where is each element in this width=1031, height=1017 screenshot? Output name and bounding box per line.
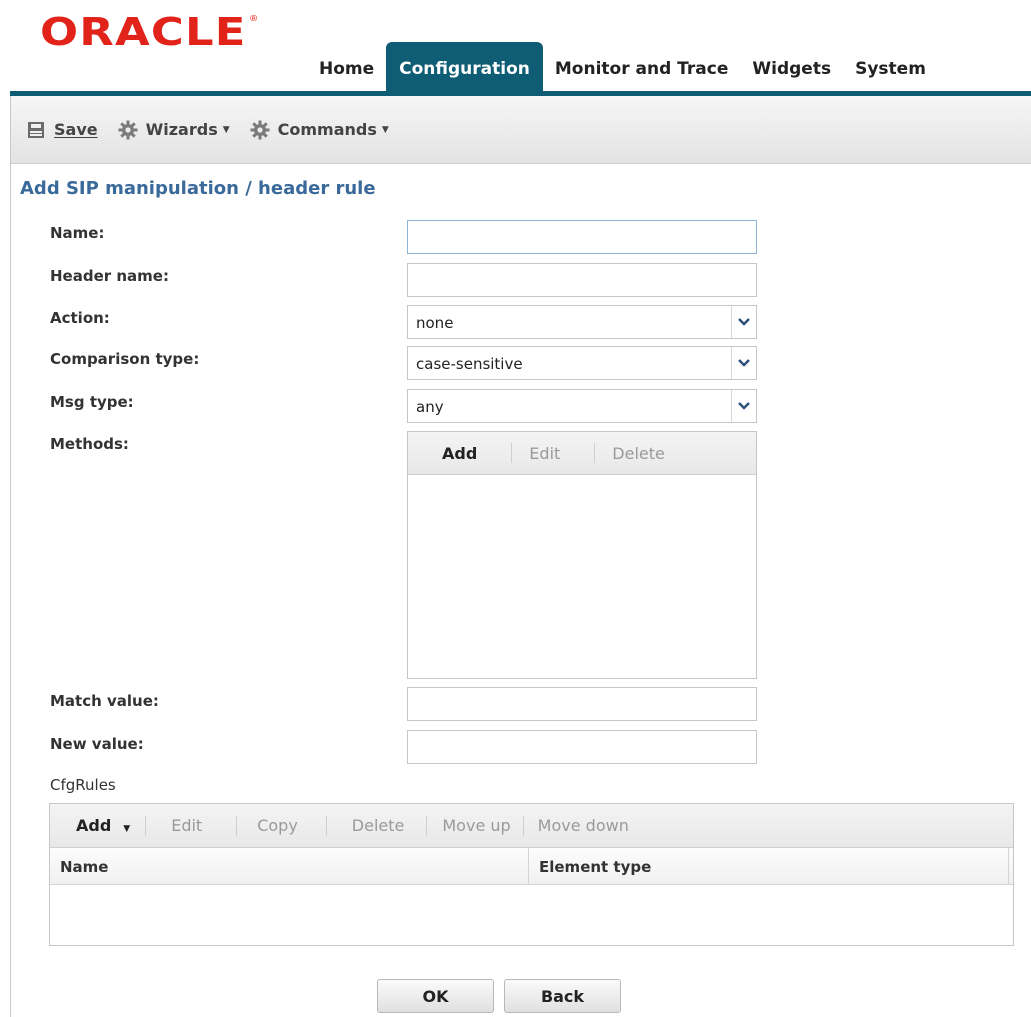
header-name-label: Header name: bbox=[50, 267, 169, 285]
msg-type-select[interactable]: any bbox=[407, 389, 757, 423]
action-label: Action: bbox=[50, 309, 110, 327]
name-label: Name: bbox=[50, 224, 105, 242]
methods-list: Add Edit Delete bbox=[407, 431, 757, 679]
gear-icon bbox=[250, 120, 270, 140]
wizards-label: Wizards bbox=[145, 120, 218, 139]
caret-down-icon: ▼ bbox=[222, 124, 230, 135]
new-value-label: New value: bbox=[50, 735, 144, 753]
app-header: ORACLE ® Home Configuration Monitor and T… bbox=[0, 0, 1031, 95]
cfgrules-add-button[interactable]: Add ▼ bbox=[76, 816, 130, 835]
cfgrules-copy-button[interactable]: Copy bbox=[257, 816, 298, 835]
save-button[interactable]: Save bbox=[26, 120, 98, 140]
main-toolbar: Save Wizards ▼ Commands ▼ bbox=[11, 96, 1031, 164]
divider bbox=[325, 815, 327, 836]
match-value-input[interactable] bbox=[407, 687, 757, 721]
divider bbox=[236, 815, 238, 836]
save-label: Save bbox=[54, 120, 98, 139]
commands-label: Commands bbox=[277, 120, 377, 139]
tab-widgets[interactable]: Widgets bbox=[740, 42, 843, 91]
cfgrules-label: CfgRules bbox=[50, 776, 116, 794]
caret-down-icon: ▼ bbox=[123, 824, 131, 834]
comparison-type-select[interactable]: case-sensitive bbox=[407, 346, 757, 380]
comparison-type-value: case-sensitive bbox=[416, 355, 523, 373]
match-value-label: Match value: bbox=[50, 692, 159, 710]
left-divider bbox=[10, 96, 11, 1017]
methods-toolbar: Add Edit Delete bbox=[408, 432, 756, 475]
cfgrules-move-up-button[interactable]: Move up bbox=[442, 816, 510, 835]
action-select[interactable]: none bbox=[407, 305, 757, 339]
tab-home[interactable]: Home bbox=[307, 42, 386, 91]
methods-edit-button[interactable]: Edit bbox=[529, 444, 560, 463]
divider bbox=[145, 815, 147, 836]
new-value-input[interactable] bbox=[407, 730, 757, 764]
chevron-down-icon[interactable] bbox=[731, 390, 756, 422]
caret-down-icon: ▼ bbox=[381, 124, 389, 135]
gear-icon bbox=[118, 120, 138, 140]
divider bbox=[426, 815, 428, 836]
chevron-down-icon[interactable] bbox=[731, 306, 756, 338]
cfgrules-edit-button[interactable]: Edit bbox=[171, 816, 202, 835]
methods-label: Methods: bbox=[50, 435, 129, 453]
divider bbox=[522, 815, 524, 836]
tab-system[interactable]: System bbox=[843, 42, 938, 91]
cfgrules-delete-button[interactable]: Delete bbox=[352, 816, 405, 835]
divider bbox=[594, 443, 596, 463]
name-input[interactable] bbox=[407, 220, 757, 254]
ok-button[interactable]: OK bbox=[377, 979, 494, 1013]
main-nav: Home Configuration Monitor and Trace Wid… bbox=[307, 42, 938, 91]
msg-type-label: Msg type: bbox=[50, 393, 134, 411]
commands-menu-button[interactable]: Commands ▼ bbox=[250, 120, 389, 140]
divider bbox=[511, 443, 513, 463]
tab-monitor-and-trace[interactable]: Monitor and Trace bbox=[543, 42, 741, 91]
back-button[interactable]: Back bbox=[504, 979, 621, 1013]
oracle-logo: ORACLE ® bbox=[40, 10, 260, 54]
cfgrules-header-row: Name Element type bbox=[50, 848, 1013, 885]
add-label: Add bbox=[76, 816, 112, 835]
comparison-type-label: Comparison type: bbox=[50, 350, 200, 368]
save-icon bbox=[26, 120, 46, 140]
header-name-input[interactable] bbox=[407, 263, 757, 297]
wizards-menu-button[interactable]: Wizards ▼ bbox=[118, 120, 230, 140]
cfgrules-toolbar: Add ▼ Edit Copy Delete Move up Move down bbox=[50, 804, 1013, 848]
column-header-element-type[interactable]: Element type bbox=[529, 848, 1009, 885]
msg-type-value: any bbox=[416, 398, 444, 416]
page-title: Add SIP manipulation / header rule bbox=[20, 178, 376, 199]
action-value: none bbox=[416, 314, 454, 332]
methods-add-button[interactable]: Add bbox=[442, 444, 477, 463]
cfgrules-grid: Add ▼ Edit Copy Delete Move up Move down … bbox=[49, 803, 1014, 946]
column-header-name[interactable]: Name bbox=[50, 848, 529, 885]
cfgrules-move-down-button[interactable]: Move down bbox=[538, 816, 629, 835]
methods-delete-button[interactable]: Delete bbox=[612, 444, 665, 463]
chevron-down-icon[interactable] bbox=[731, 347, 756, 379]
tab-configuration[interactable]: Configuration bbox=[386, 42, 543, 91]
